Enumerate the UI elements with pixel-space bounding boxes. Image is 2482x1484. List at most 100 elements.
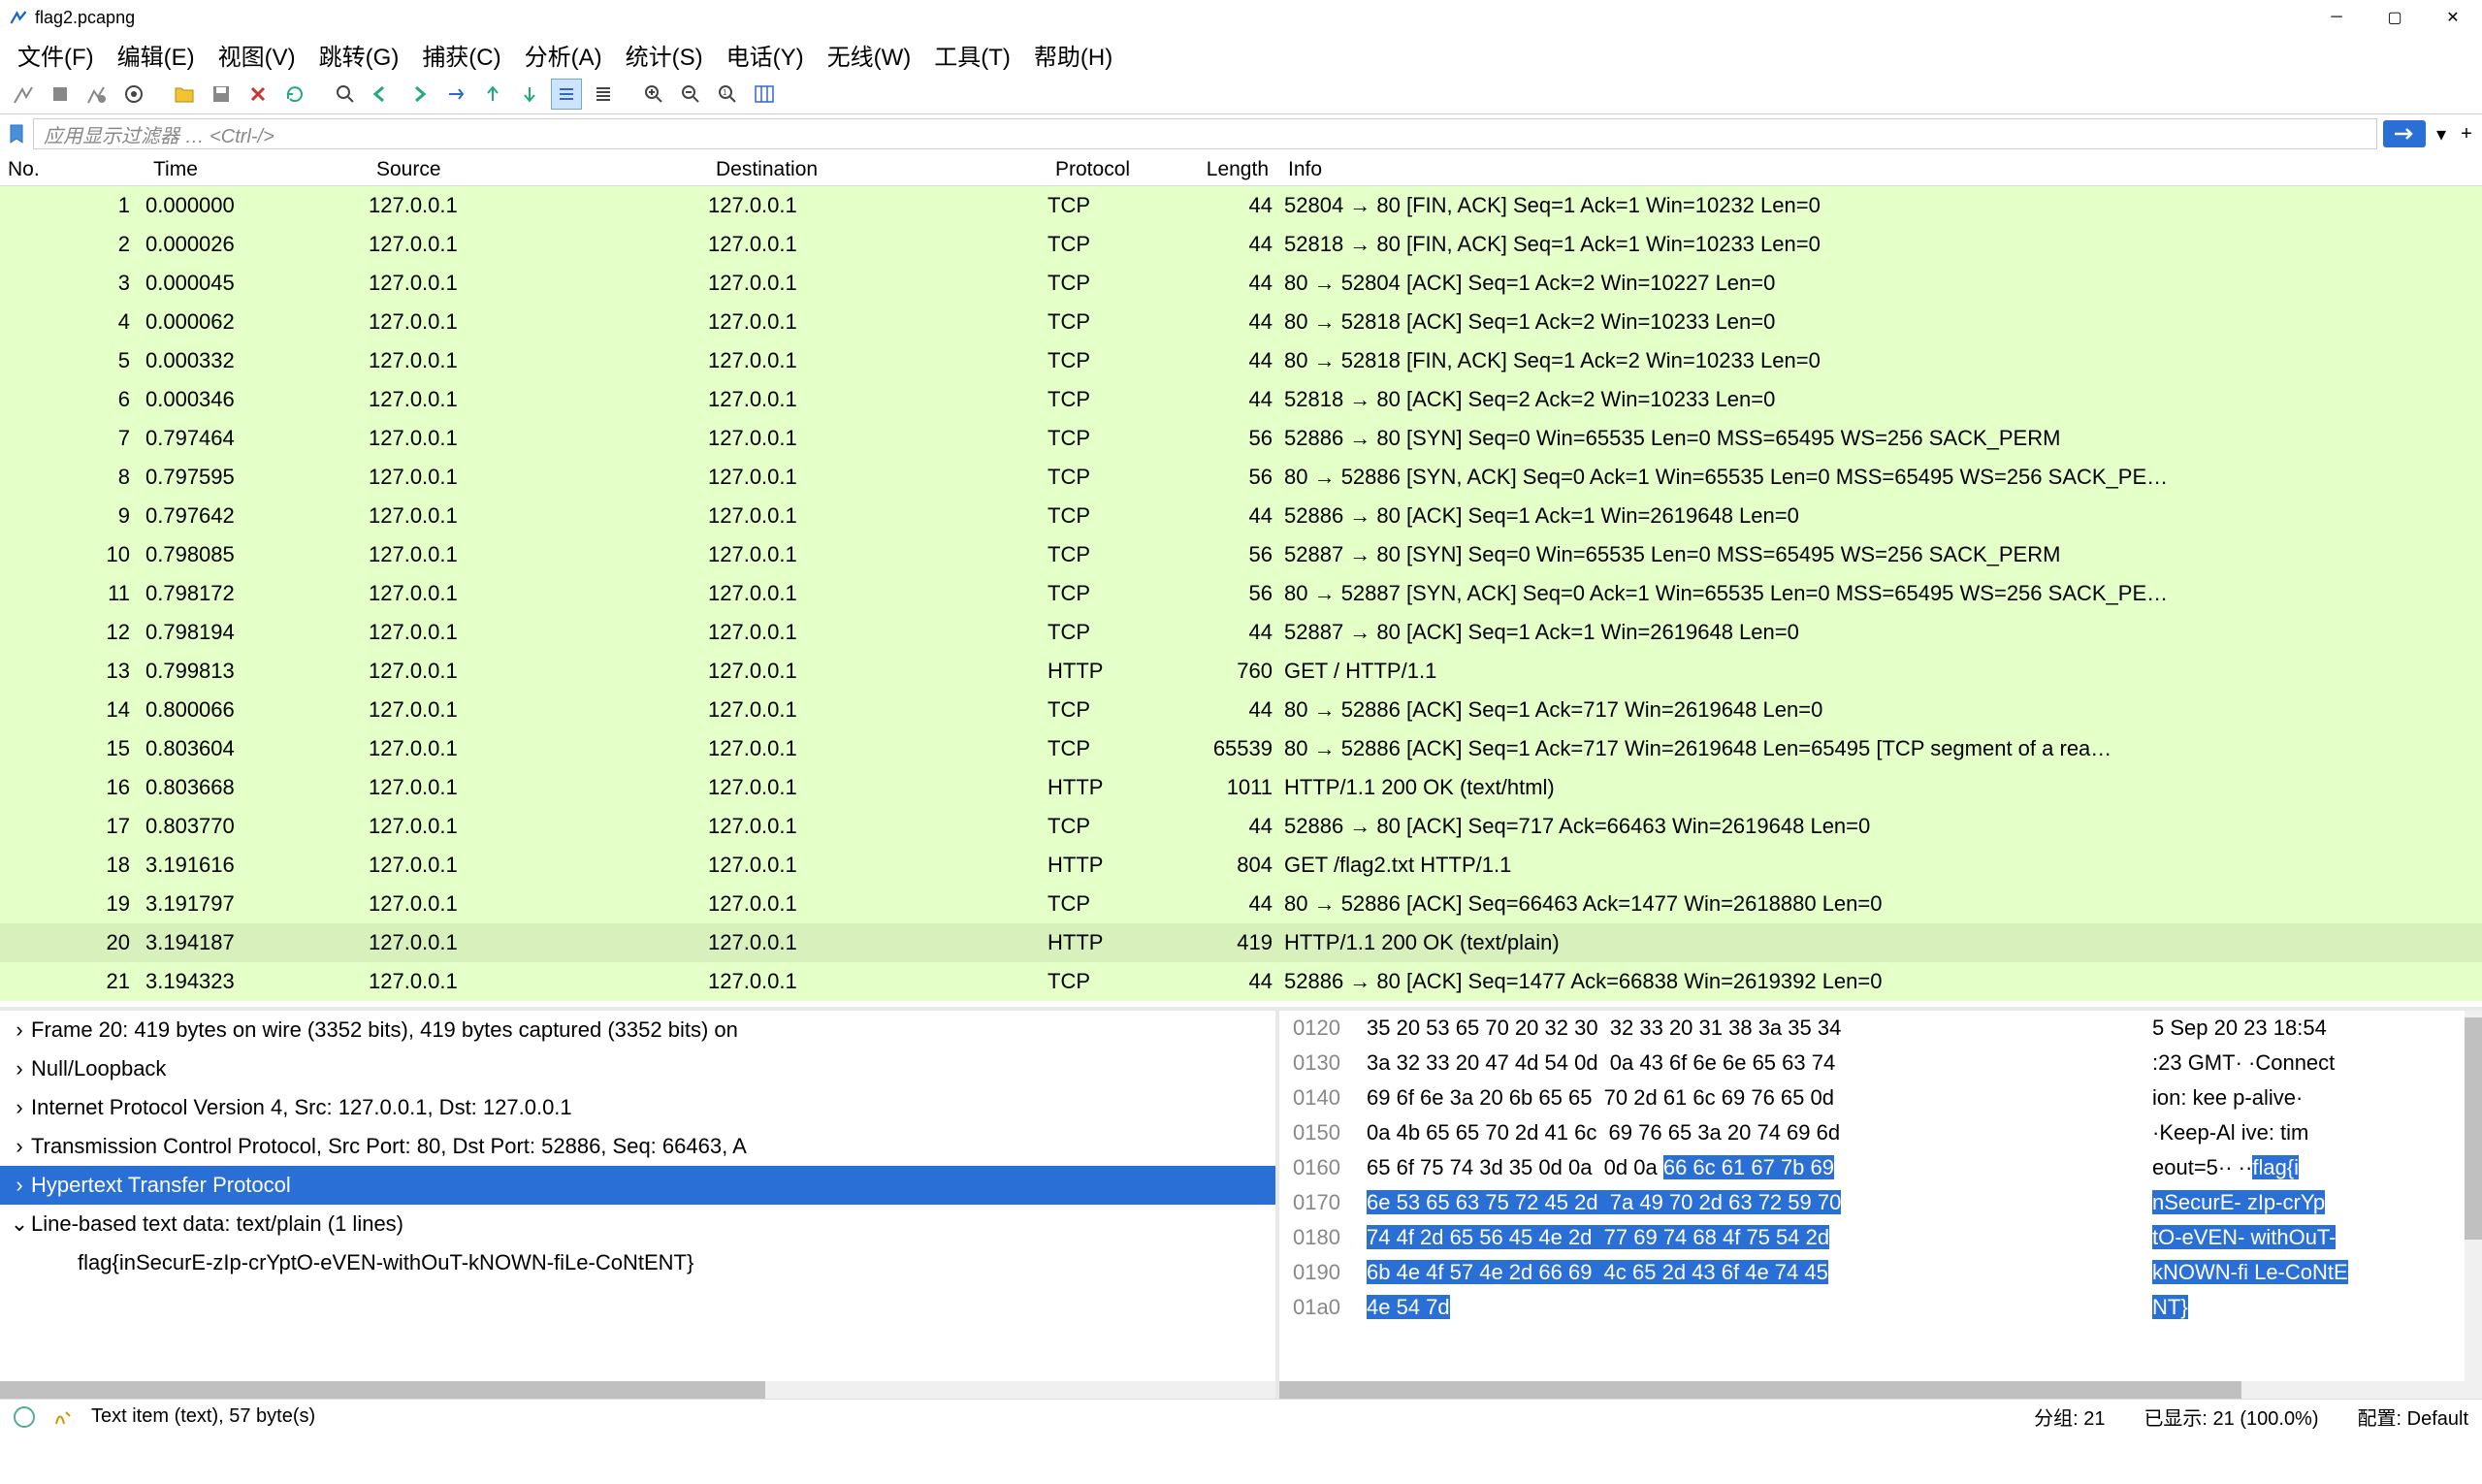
col-header-source[interactable]: Source <box>369 158 708 181</box>
col-header-length[interactable]: Length <box>1183 158 1280 181</box>
capture-file-properties-icon[interactable] <box>52 1406 74 1428</box>
menu-file[interactable]: 文件(F) <box>17 38 94 72</box>
filter-bookmark-icon[interactable] <box>6 118 27 149</box>
menu-statistics[interactable]: 统计(S) <box>626 38 703 72</box>
menu-help[interactable]: 帮助(H) <box>1034 38 1112 72</box>
display-filter-input[interactable]: 应用显示过滤器 … <Ctrl-/> <box>33 118 2377 149</box>
menu-analyze[interactable]: 分析(A) <box>525 38 602 72</box>
packet-list-header[interactable]: No. Time Source Destination Protocol Len… <box>0 153 2482 186</box>
packet-row[interactable]: 170.803770127.0.0.1127.0.0.1TCP4452886 →… <box>0 807 2482 846</box>
col-header-protocol[interactable]: Protocol <box>1048 158 1183 181</box>
tree-ip[interactable]: ›Internet Protocol Version 4, Src: 127.0… <box>0 1088 1275 1127</box>
packet-row[interactable]: 193.191797127.0.0.1127.0.0.1TCP4480 → 52… <box>0 885 2482 923</box>
collapse-icon[interactable]: ⌄ <box>8 1211 31 1237</box>
menu-wireless[interactable]: 无线(W) <box>827 38 912 72</box>
expand-icon[interactable]: › <box>8 1134 31 1159</box>
hex-vscrollbar[interactable] <box>2465 1011 2482 1381</box>
close-file-icon[interactable] <box>242 79 274 110</box>
packet-row[interactable]: 100.798085127.0.0.1127.0.0.1TCP5652887 →… <box>0 535 2482 574</box>
packet-row[interactable]: 183.191616127.0.0.1127.0.0.1HTTP804GET /… <box>0 846 2482 885</box>
go-back-icon[interactable] <box>367 79 398 110</box>
tree-frame[interactable]: ›Frame 20: 419 bytes on wire (3352 bits)… <box>0 1011 1275 1049</box>
maximize-button[interactable]: ▢ <box>2375 3 2414 32</box>
tree-line-data[interactable]: ⌄Line-based text data: text/plain (1 lin… <box>0 1205 1275 1243</box>
menu-telephony[interactable]: 电话(Y) <box>726 38 804 72</box>
zoom-out-icon[interactable] <box>675 79 706 110</box>
start-capture-icon[interactable] <box>8 79 39 110</box>
packet-row[interactable]: 160.803668127.0.0.1127.0.0.1HTTP1011HTTP… <box>0 768 2482 807</box>
packet-row[interactable]: 60.000346127.0.0.1127.0.0.1TCP4452818 → … <box>0 380 2482 419</box>
packet-row[interactable]: 40.000062127.0.0.1127.0.0.1TCP4480 → 528… <box>0 303 2482 341</box>
menu-capture[interactable]: 捕获(C) <box>422 38 500 72</box>
menu-edit[interactable]: 编辑(E) <box>117 38 195 72</box>
packet-list[interactable]: No. Time Source Destination Protocol Len… <box>0 153 2482 1007</box>
colorize-icon[interactable] <box>588 79 619 110</box>
hex-row[interactable]: 01906b 4e 4f 57 4e 2d 66 69 4c 65 2d 43 … <box>1279 1255 2482 1290</box>
packet-row[interactable]: 10.000000127.0.0.1127.0.0.1TCP4452804 → … <box>0 186 2482 225</box>
hex-row[interactable]: 01500a 4b 65 65 70 2d 41 6c 69 76 65 3a … <box>1279 1115 2482 1150</box>
tree-hscrollbar[interactable] <box>0 1381 1275 1399</box>
restart-capture-icon[interactable] <box>81 79 113 110</box>
packet-bytes-pane[interactable]: 012035 20 53 65 70 20 32 30 32 33 20 31 … <box>1279 1011 2482 1399</box>
packet-row[interactable]: 90.797642127.0.0.1127.0.0.1TCP4452886 → … <box>0 497 2482 535</box>
packet-row[interactable]: 20.000026127.0.0.1127.0.0.1TCP4452818 → … <box>0 225 2482 264</box>
expert-info-icon[interactable] <box>14 1406 35 1428</box>
open-file-icon[interactable] <box>169 79 200 110</box>
packet-row[interactable]: 140.800066127.0.0.1127.0.0.1TCP4480 → 52… <box>0 691 2482 729</box>
close-button[interactable]: ✕ <box>2434 3 2472 32</box>
tree-tcp[interactable]: ›Transmission Control Protocol, Src Port… <box>0 1127 1275 1166</box>
packet-row[interactable]: 70.797464127.0.0.1127.0.0.1TCP5652886 → … <box>0 419 2482 458</box>
packet-row[interactable]: 150.803604127.0.0.1127.0.0.1TCP6553980 →… <box>0 729 2482 768</box>
menu-go[interactable]: 跳转(G) <box>319 38 400 72</box>
apply-filter-button[interactable] <box>2383 120 2426 147</box>
stop-capture-icon[interactable] <box>45 79 76 110</box>
packet-details-pane[interactable]: ›Frame 20: 419 bytes on wire (3352 bits)… <box>0 1011 1279 1399</box>
packet-row[interactable]: 120.798194127.0.0.1127.0.0.1TCP4452887 →… <box>0 613 2482 652</box>
add-filter-button[interactable]: + <box>2457 120 2476 147</box>
packet-row[interactable]: 30.000045127.0.0.1127.0.0.1TCP4480 → 528… <box>0 264 2482 303</box>
zoom-in-icon[interactable] <box>638 79 669 110</box>
tree-null-loopback[interactable]: ›Null/Loopback <box>0 1049 1275 1088</box>
filter-bar: 应用显示过滤器 … <Ctrl-/> ▾ + <box>0 114 2482 153</box>
expand-icon[interactable]: › <box>8 1056 31 1081</box>
tree-http[interactable]: ›Hypertext Transfer Protocol <box>0 1166 1275 1205</box>
hex-row[interactable]: 012035 20 53 65 70 20 32 30 32 33 20 31 … <box>1279 1011 2482 1046</box>
expand-icon[interactable]: › <box>8 1017 31 1043</box>
zoom-reset-icon[interactable]: 1 <box>712 79 743 110</box>
hex-row[interactable]: 01706e 53 65 63 75 72 45 2d 7a 49 70 2d … <box>1279 1185 2482 1220</box>
hex-hscrollbar[interactable] <box>1279 1381 2482 1399</box>
expand-icon[interactable]: › <box>8 1173 31 1198</box>
packet-row[interactable]: 50.000332127.0.0.1127.0.0.1TCP4480 → 528… <box>0 341 2482 380</box>
packet-row[interactable]: 213.194323127.0.0.1127.0.0.1TCP4452886 →… <box>0 962 2482 1001</box>
packet-row[interactable]: 203.194187127.0.0.1127.0.0.1HTTP419HTTP/… <box>0 923 2482 962</box>
packet-row[interactable]: 110.798172127.0.0.1127.0.0.1TCP5680 → 52… <box>0 574 2482 613</box>
menu-view[interactable]: 视图(V) <box>218 38 296 72</box>
col-header-no[interactable]: No. <box>0 158 145 181</box>
capture-options-icon[interactable] <box>118 79 149 110</box>
tree-flag-content[interactable]: flag{inSecurE-zIp-crYptO-eVEN-withOuT-kN… <box>0 1243 1275 1282</box>
hex-row[interactable]: 014069 6f 6e 3a 20 6b 65 65 70 2d 61 6c … <box>1279 1081 2482 1115</box>
status-profile[interactable]: 配置: Default <box>2358 1403 2468 1431</box>
menu-tools[interactable]: 工具(T) <box>934 38 1011 72</box>
find-icon[interactable] <box>330 79 361 110</box>
minimize-button[interactable]: ─ <box>2317 3 2356 32</box>
go-first-icon[interactable] <box>477 79 508 110</box>
go-to-packet-icon[interactable] <box>440 79 471 110</box>
filter-history-dropdown[interactable]: ▾ <box>2432 120 2451 147</box>
go-forward-icon[interactable] <box>403 79 435 110</box>
hex-row[interactable]: 01303a 32 33 20 47 4d 54 0d 0a 43 6f 6e … <box>1279 1046 2482 1081</box>
resize-columns-icon[interactable] <box>749 79 780 110</box>
hex-row[interactable]: 01a04e 54 7dNT} <box>1279 1290 2482 1325</box>
auto-scroll-icon[interactable] <box>551 79 582 110</box>
hex-row[interactable]: 016065 6f 75 74 3d 35 0d 0a 0d 0a 66 6c … <box>1279 1150 2482 1185</box>
reload-icon[interactable] <box>279 79 310 110</box>
col-header-destination[interactable]: Destination <box>708 158 1048 181</box>
packet-row[interactable]: 80.797595127.0.0.1127.0.0.1TCP5680 → 528… <box>0 458 2482 497</box>
expand-icon[interactable]: › <box>8 1095 31 1120</box>
hex-row[interactable]: 018074 4f 2d 65 56 45 4e 2d 77 69 74 68 … <box>1279 1220 2482 1255</box>
go-last-icon[interactable] <box>514 79 545 110</box>
save-file-icon[interactable] <box>206 79 237 110</box>
packet-row[interactable]: 130.799813127.0.0.1127.0.0.1HTTP760GET /… <box>0 652 2482 691</box>
col-header-info[interactable]: Info <box>1280 158 2482 181</box>
col-header-time[interactable]: Time <box>145 158 369 181</box>
